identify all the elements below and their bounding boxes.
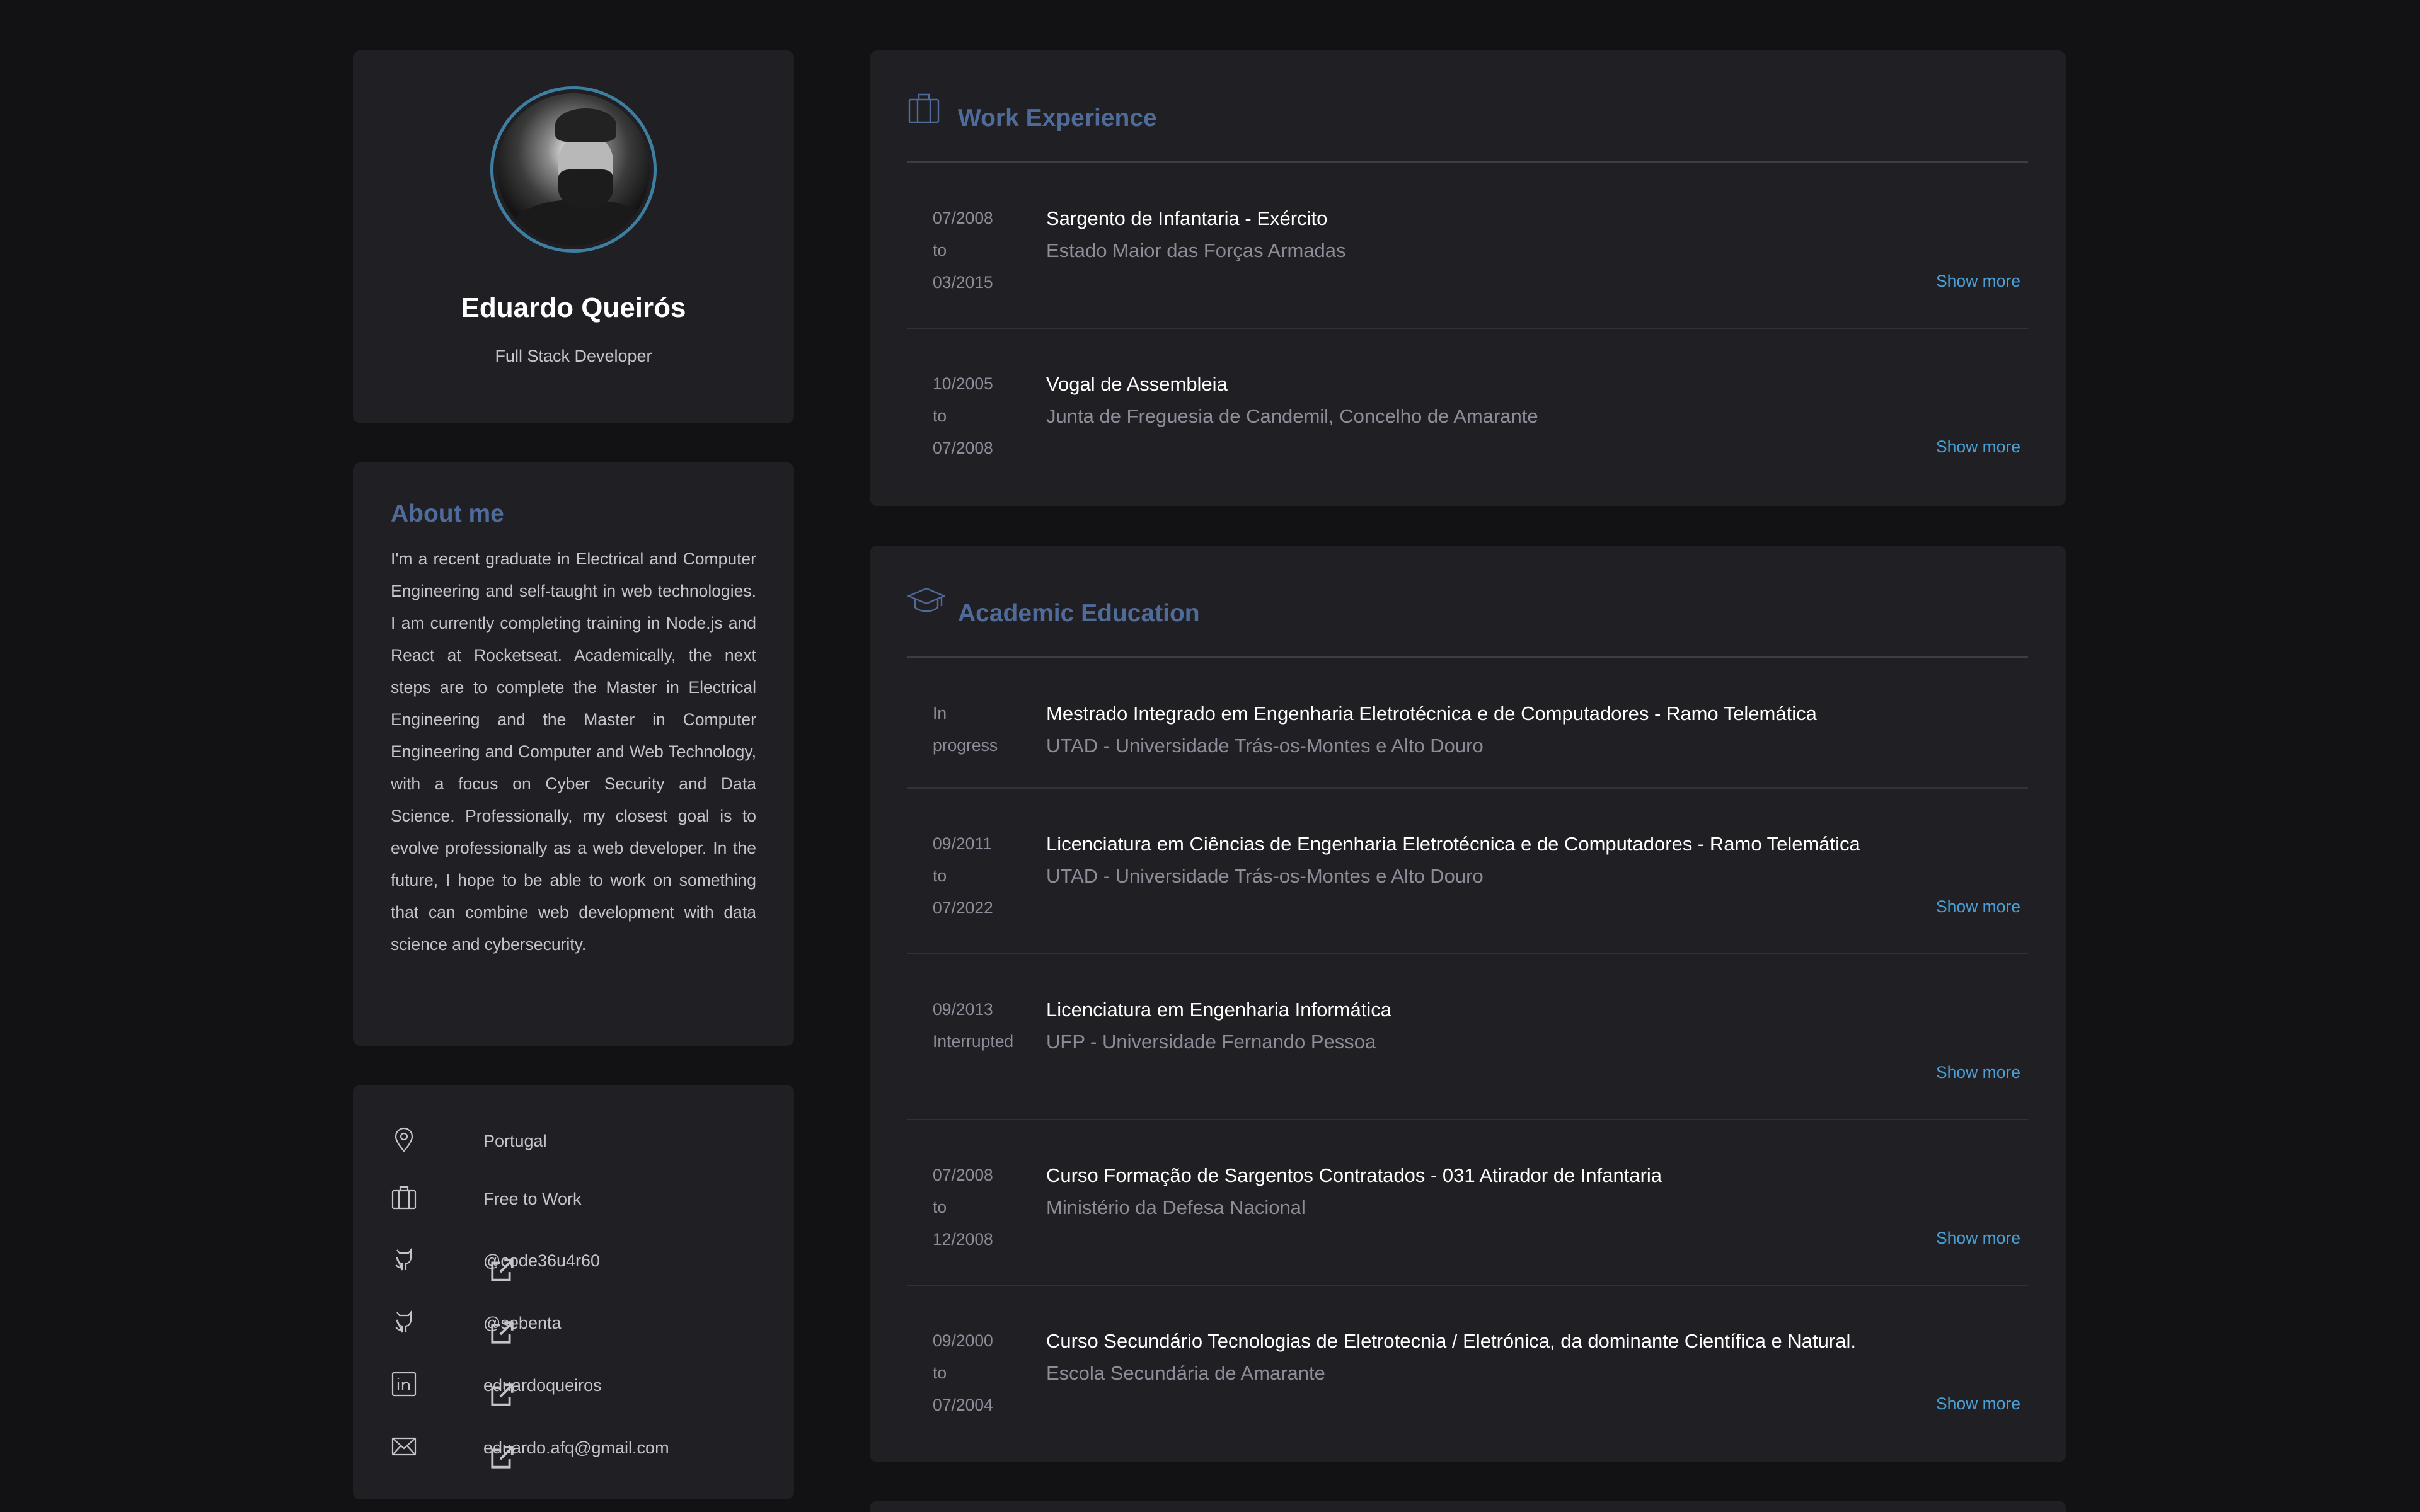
status-label: Free to Work xyxy=(483,1189,582,1208)
entry-date: 09/2011 to 07/2022 xyxy=(933,834,993,917)
entry-date: 09/2013 Interrupted xyxy=(933,1000,1014,1051)
show-more-link[interactable]: Show more xyxy=(1936,897,2020,917)
contact-email[interactable]: eduardo.afq@gmail.com xyxy=(391,1427,769,1469)
linkedin-icon xyxy=(391,1372,417,1397)
education-section-title: Academic Education xyxy=(958,600,1200,627)
contact-status: Free to Work xyxy=(391,1178,769,1216)
contact-github-2[interactable]: @sebenta xyxy=(391,1302,769,1344)
entry-divider xyxy=(908,1119,2028,1120)
profile-name: Eduardo Queirós xyxy=(461,292,686,323)
section-divider xyxy=(908,161,2028,163)
profile-card: Eduardo Queirós Full Stack Developer xyxy=(353,50,794,423)
entry-title: Curso Formação de Sargentos Contratados … xyxy=(1046,1164,1662,1186)
entry-title: Licenciatura em Engenharia Informática xyxy=(1046,999,1392,1021)
briefcase-icon xyxy=(391,1186,417,1210)
section-divider xyxy=(908,656,2028,658)
show-more-link[interactable]: Show more xyxy=(1936,272,2020,291)
work-experience-card: Work Experience 07/2008 to 03/2015 Sargent… xyxy=(870,50,2066,506)
next-section-card xyxy=(870,1501,2066,1512)
location-pin-icon xyxy=(395,1127,413,1152)
entry-date: In progress xyxy=(933,704,998,755)
graduation-cap-icon xyxy=(908,587,945,612)
entry-title: Mestrado Integrado em Engenharia Eletrot… xyxy=(1046,702,1817,724)
entry-org: Junta de Freguesia de Candemil, Concelho… xyxy=(1046,405,1538,427)
show-more-link[interactable]: Show more xyxy=(1936,437,2020,457)
entry-title: Sargento de Infantaria - Exército xyxy=(1046,207,1328,229)
entry-date: 09/2000 to 07/2004 xyxy=(933,1331,993,1414)
entry-date: 07/2008 to 12/2008 xyxy=(933,1166,993,1249)
about-title: About me xyxy=(391,500,504,527)
briefcase-icon xyxy=(908,93,940,123)
entry-org: Estado Maior das Forças Armadas xyxy=(1046,239,1346,261)
profile-role: Full Stack Developer xyxy=(495,346,652,365)
contact-github-1[interactable]: @code36u4r60 xyxy=(391,1240,769,1281)
show-more-link[interactable]: Show more xyxy=(1936,1228,2020,1248)
entry-divider xyxy=(908,1285,2028,1286)
show-more-link[interactable]: Show more xyxy=(1936,1063,2020,1082)
entry-divider xyxy=(908,328,2028,329)
external-link-icon xyxy=(491,1383,514,1406)
entry-org: Ministério da Defesa Nacional xyxy=(1046,1196,1306,1218)
contact-card: Portugal Free to Work @code36u4r60 @sebe… xyxy=(353,1085,794,1499)
about-card: About me I'm a recent graduate in Electr… xyxy=(353,462,794,1046)
work-section-title: Work Experience xyxy=(958,105,1157,132)
entry-divider xyxy=(908,953,2028,954)
show-more-link[interactable]: Show more xyxy=(1936,1394,2020,1414)
avatar xyxy=(490,86,657,253)
github-icon xyxy=(395,1247,412,1271)
entry-org: UTAD - Universidade Trás-os-Montes e Alt… xyxy=(1046,735,1484,757)
external-link-icon xyxy=(491,1446,514,1469)
contact-location: Portugal xyxy=(391,1120,769,1158)
entry-title: Vogal de Assembleia xyxy=(1046,373,1228,395)
external-link-icon xyxy=(491,1321,514,1344)
entry-title: Licenciatura em Ciências de Engenharia E… xyxy=(1046,833,1860,855)
entry-org: Escola Secundária de Amarante xyxy=(1046,1362,1325,1384)
academic-education-card: Academic Education In progress Mestrado I… xyxy=(870,546,2066,1462)
entry-org: UFP - Universidade Fernando Pessoa xyxy=(1046,1031,1376,1053)
entry-date: 07/2008 to 03/2015 xyxy=(933,209,993,292)
entry-divider xyxy=(908,788,2028,789)
contact-linkedin[interactable]: eduardoqueiros xyxy=(391,1365,769,1406)
envelope-icon xyxy=(391,1437,417,1456)
avatar-photo xyxy=(497,93,650,246)
external-link-icon xyxy=(491,1259,514,1281)
github-icon xyxy=(395,1310,412,1333)
location-label: Portugal xyxy=(483,1131,547,1150)
entry-date: 10/2005 to 07/2008 xyxy=(933,374,993,457)
entry-org: UTAD - Universidade Trás-os-Montes e Alt… xyxy=(1046,865,1484,887)
entry-title: Curso Secundário Tecnologias de Eletrote… xyxy=(1046,1330,1856,1352)
about-text: I'm a recent graduate in Electrical and … xyxy=(391,549,756,954)
